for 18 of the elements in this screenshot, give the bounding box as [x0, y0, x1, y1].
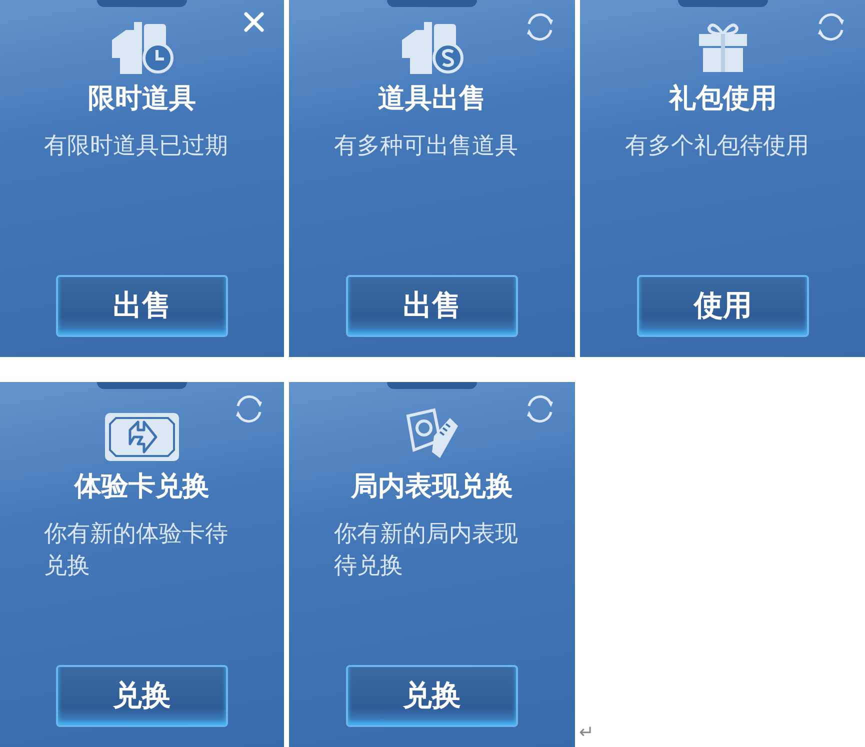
action-button[interactable]: 出售 — [56, 275, 228, 337]
action-button[interactable]: 兑换 — [346, 665, 518, 727]
card-title: 道具出售 — [378, 82, 486, 116]
card-title: 体验卡兑换 — [74, 470, 210, 504]
card-description: 有多种可出售道具 — [334, 132, 519, 161]
action-button[interactable]: 出售 — [346, 275, 518, 337]
action-button[interactable]: 兑换 — [56, 665, 228, 727]
card-title: 礼包使用 — [669, 82, 777, 116]
card-description: 有多个礼包待使用 — [625, 132, 810, 161]
exchange-card-icon — [104, 412, 180, 462]
action-button[interactable]: 使用 — [637, 275, 809, 337]
card-title: 限时道具 — [88, 82, 196, 116]
card-description: 你有新的体验卡待兑换 — [44, 520, 229, 581]
close-icon[interactable] — [242, 10, 266, 34]
card-description: 有限时道具已过期 — [44, 132, 229, 161]
card-title: 局内表现兑换 — [351, 470, 513, 504]
card-description: 你有新的局内表现待兑换 — [334, 520, 519, 581]
paragraph-mark: ↵ — [579, 722, 594, 743]
